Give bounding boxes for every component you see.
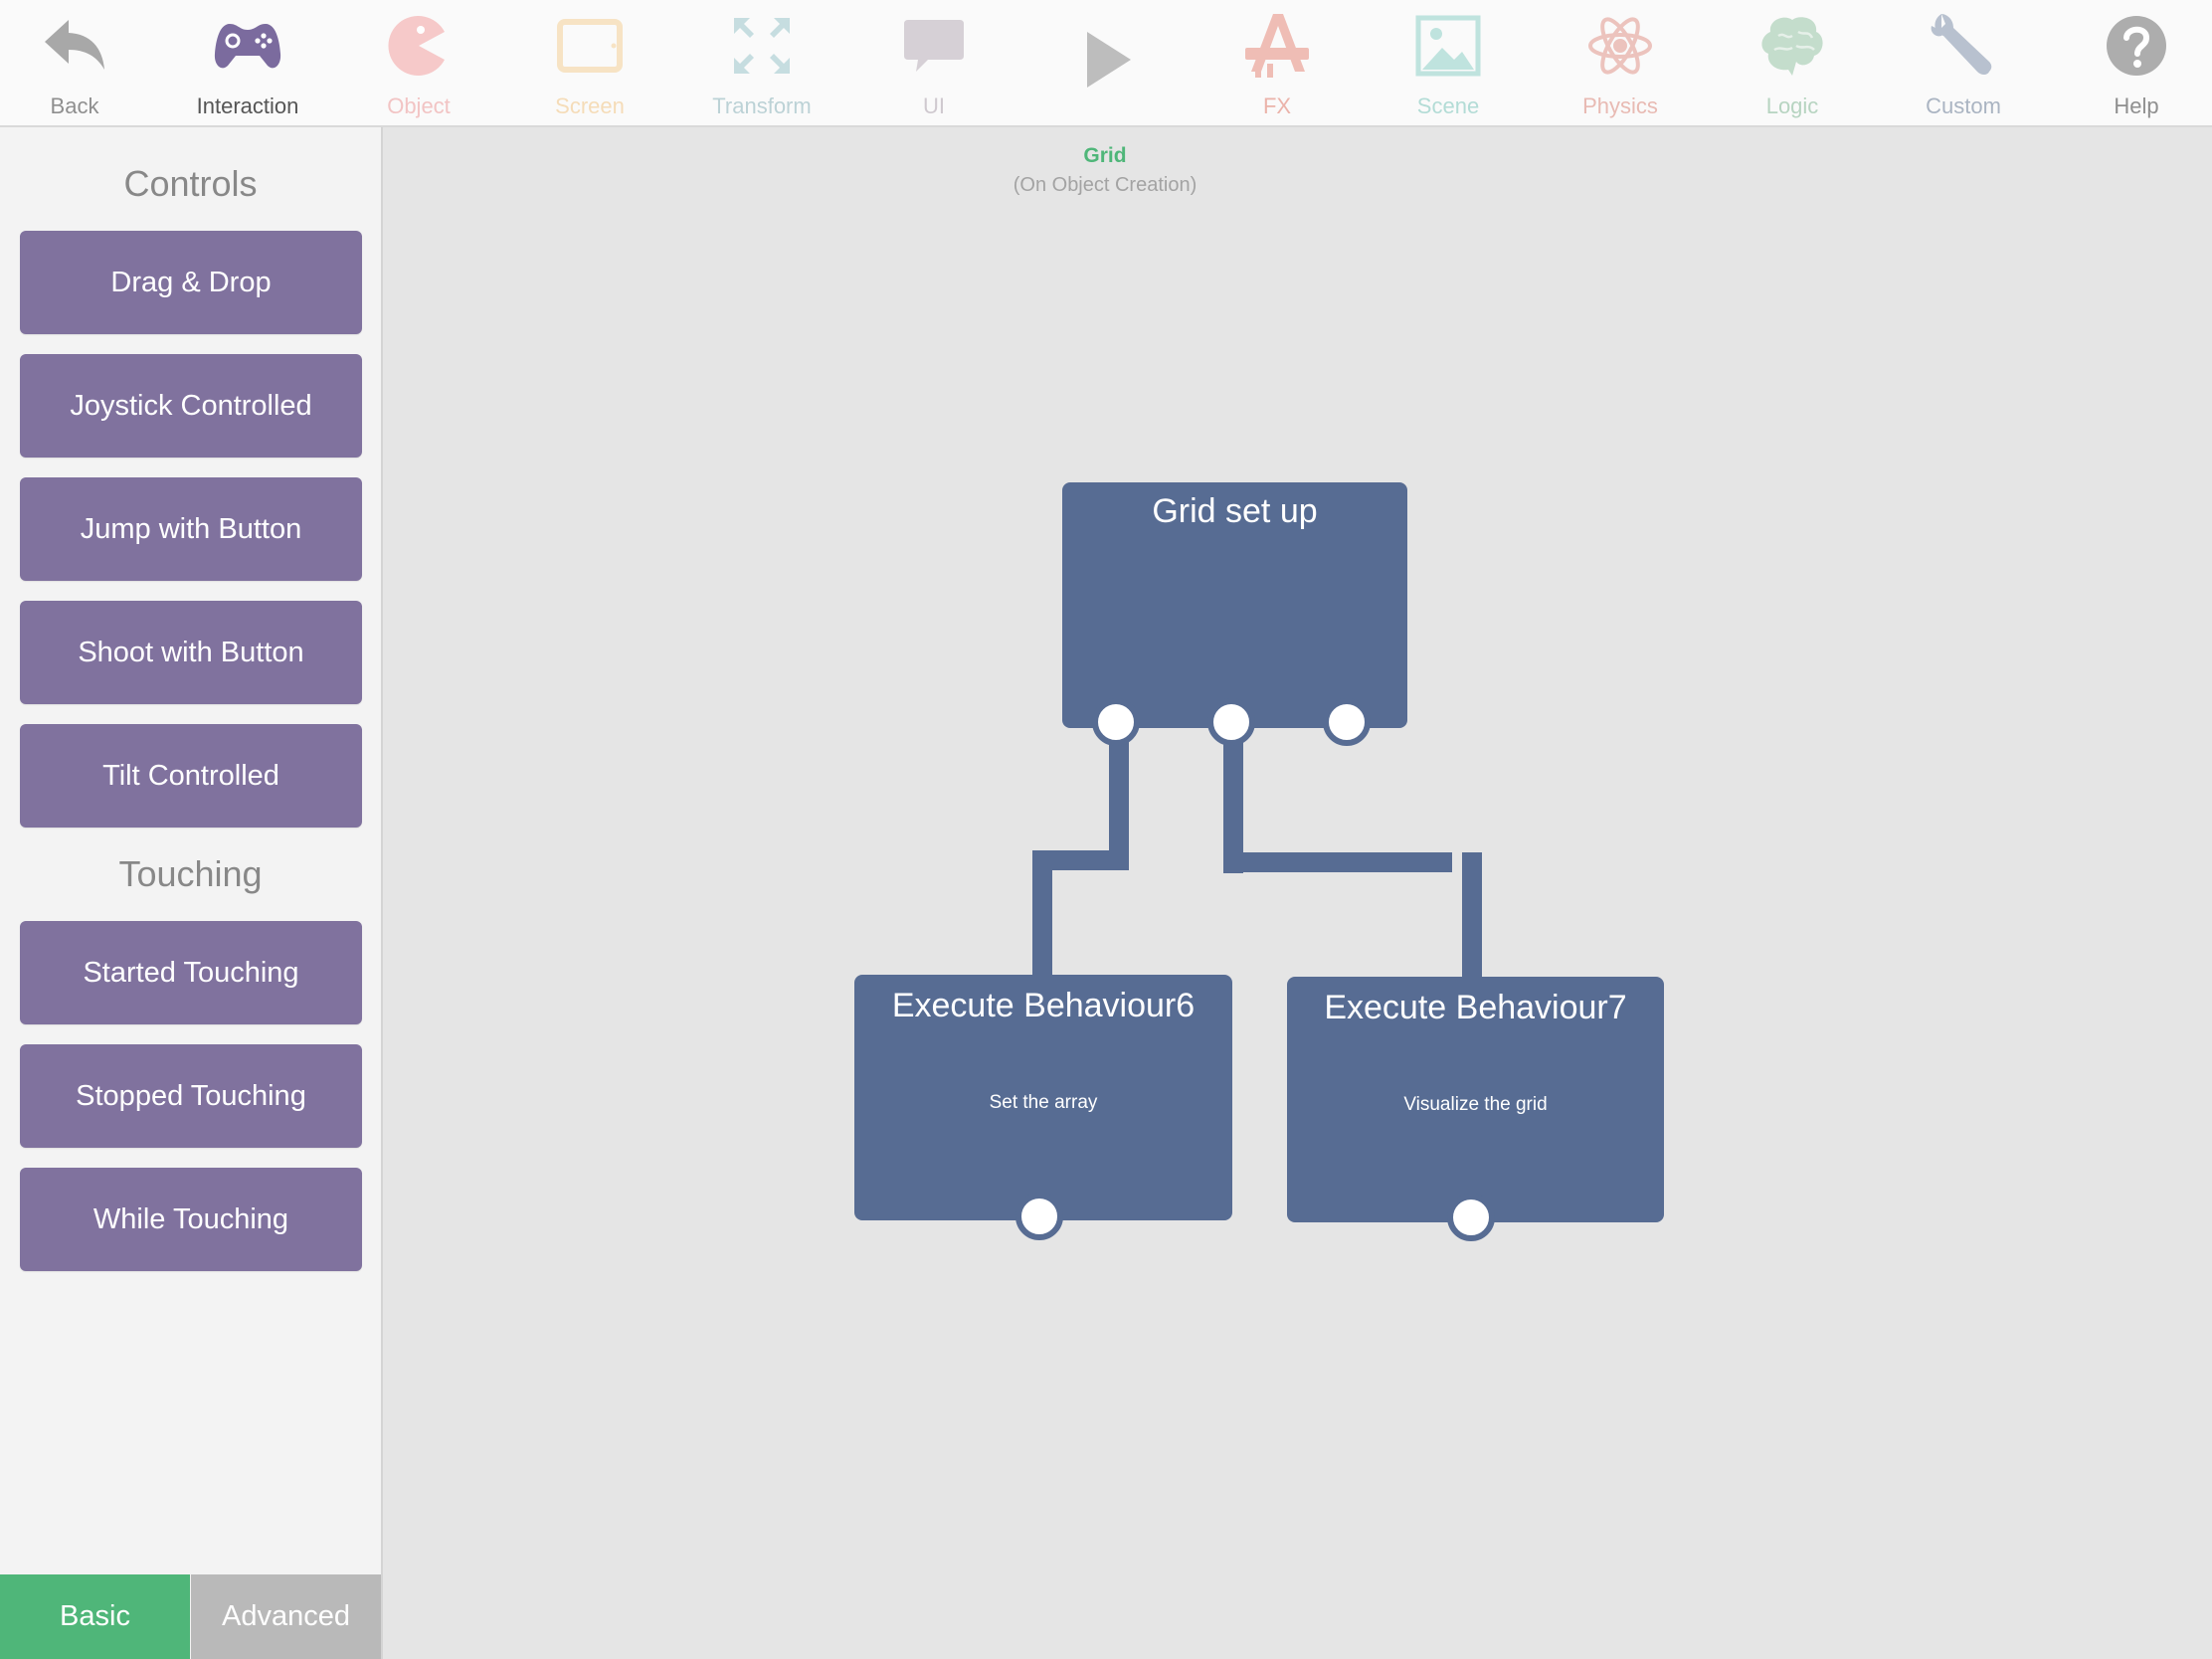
tilt-controlled-button[interactable]: Tilt Controlled bbox=[20, 724, 362, 828]
jump-with-button-button[interactable]: Jump with Button bbox=[20, 477, 362, 581]
back-arrow-icon bbox=[39, 10, 110, 82]
toolbar-label: Transform bbox=[712, 93, 812, 118]
output-port[interactable] bbox=[1447, 1194, 1495, 1241]
behaviour-canvas[interactable]: Grid (On Object Creation) Grid set up Ex… bbox=[383, 127, 2212, 1659]
execute-behaviour7-node[interactable]: Execute Behaviour7 Visualize the grid bbox=[1287, 977, 1664, 1222]
node-title: Grid set up bbox=[1152, 492, 1318, 530]
help-icon bbox=[2101, 10, 2172, 82]
while-touching-button[interactable]: While Touching bbox=[20, 1168, 362, 1271]
output-port[interactable] bbox=[1015, 1193, 1063, 1240]
node-description: Visualize the grid bbox=[1403, 1094, 1548, 1115]
object-name: Grid bbox=[1083, 144, 1127, 167]
output-port[interactable] bbox=[1092, 698, 1140, 746]
node-title: Execute Behaviour6 bbox=[891, 987, 1196, 1024]
expand-arrows-icon bbox=[726, 10, 798, 82]
toolbar-interaction[interactable]: Interaction bbox=[168, 0, 327, 125]
grid-setup-node[interactable]: Grid set up bbox=[1062, 482, 1407, 728]
basic-tab[interactable]: Basic bbox=[0, 1574, 190, 1659]
toolbar-logic[interactable]: Logic bbox=[1713, 0, 1872, 125]
stopped-touching-button[interactable]: Stopped Touching bbox=[20, 1044, 362, 1148]
connector-wire bbox=[1032, 850, 1052, 978]
controls-section-title: Controls bbox=[123, 163, 258, 204]
brain-icon bbox=[1756, 10, 1828, 82]
toolbar-label: Custom bbox=[1926, 93, 2001, 118]
node-title: Execute Behaviour7 bbox=[1324, 989, 1627, 1026]
toolbar-label: Back bbox=[50, 93, 99, 118]
tablet-screen-icon bbox=[554, 10, 626, 82]
landscape-image-icon bbox=[1412, 10, 1484, 82]
advanced-tab[interactable]: Advanced bbox=[191, 1574, 381, 1659]
shoot-with-button-button[interactable]: Shoot with Button bbox=[20, 601, 362, 704]
wrench-icon bbox=[1928, 10, 1999, 82]
toolbar-transform[interactable]: Transform bbox=[682, 0, 841, 125]
touching-section-title: Touching bbox=[118, 853, 263, 894]
toolbar-label: Screen bbox=[555, 93, 625, 118]
toolbar-label: Physics bbox=[1582, 93, 1658, 118]
toolbar-label: UI bbox=[923, 93, 945, 118]
toolbar-custom[interactable]: Custom bbox=[1884, 0, 2043, 125]
toolbar-label: Logic bbox=[1765, 93, 1819, 118]
speech-bubble-icon bbox=[898, 10, 970, 82]
connector-wire bbox=[1223, 852, 1452, 872]
play-icon bbox=[1069, 24, 1141, 95]
toolbar-object[interactable]: Object bbox=[339, 0, 498, 125]
toolbar-scene[interactable]: Scene bbox=[1369, 0, 1528, 125]
toolbar-label: Help bbox=[2114, 93, 2159, 118]
gamepad-icon bbox=[212, 10, 283, 82]
execute-behaviour6-node[interactable]: Execute Behaviour6 Set the array bbox=[854, 975, 1232, 1220]
play-button[interactable] bbox=[1025, 0, 1185, 125]
toolbar-label: Object bbox=[387, 93, 451, 118]
connector-wire bbox=[1223, 724, 1243, 873]
started-touching-button[interactable]: Started Touching bbox=[20, 921, 362, 1024]
connector-wire bbox=[1462, 852, 1482, 980]
toolbar-help[interactable]: Help bbox=[2057, 0, 2212, 125]
node-description: Set the array bbox=[989, 1092, 1098, 1113]
toolbar-physics[interactable]: Physics bbox=[1541, 0, 1700, 125]
pacman-icon bbox=[383, 10, 455, 82]
toolbar-label: Interaction bbox=[196, 93, 299, 118]
paint-fx-icon bbox=[1241, 10, 1313, 82]
behaviour-sidebar: Controls Drag & Drop Joystick Controlled… bbox=[0, 127, 383, 1659]
drag-drop-button[interactable]: Drag & Drop bbox=[20, 231, 362, 334]
toolbar-label: FX bbox=[1262, 93, 1292, 118]
toolbar-fx[interactable]: FX bbox=[1198, 0, 1357, 125]
output-port[interactable] bbox=[1207, 698, 1255, 746]
toolbar-ui[interactable]: UI bbox=[854, 0, 1014, 125]
atom-icon bbox=[1584, 10, 1656, 82]
toolbar-screen[interactable]: Screen bbox=[510, 0, 669, 125]
top-toolbar: Back Interaction Object Screen Transform… bbox=[0, 0, 2212, 127]
joystick-controlled-button[interactable]: Joystick Controlled bbox=[20, 354, 362, 458]
toolbar-label: Scene bbox=[1416, 93, 1480, 118]
toolbar-back[interactable]: Back bbox=[0, 0, 154, 125]
event-label: (On Object Creation) bbox=[1013, 174, 1198, 196]
output-port[interactable] bbox=[1323, 698, 1371, 746]
